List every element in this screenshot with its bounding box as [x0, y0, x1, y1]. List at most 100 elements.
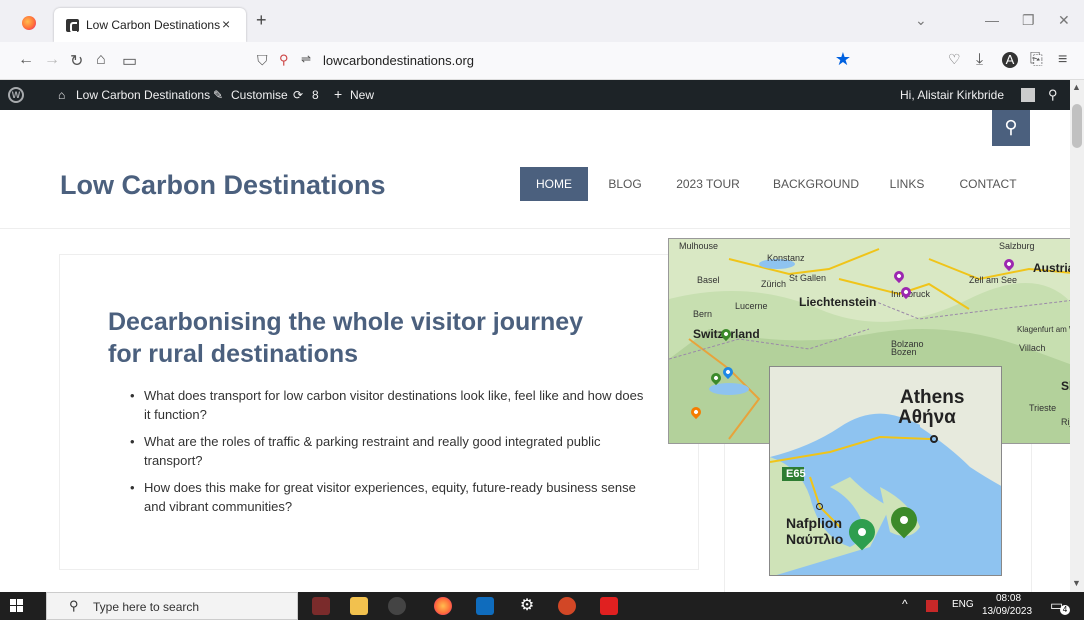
tray-app-icon[interactable]	[926, 600, 938, 612]
browser-tab-strip: Low Carbon Destinations × + ⌄ — ❐ ✕	[0, 0, 1084, 42]
powerpoint-icon[interactable]	[558, 597, 576, 615]
map-label: Basel	[697, 275, 720, 285]
map-label: Bozen	[891, 347, 917, 357]
permissions-icon[interactable]: ⚲	[279, 52, 289, 68]
browser-navbar: ← → ↻ ⌂ ▭ ⛉ ⚲ ⇌ lowcarbondestinations.or…	[0, 42, 1084, 80]
site-title[interactable]: Low Carbon Destinations	[60, 170, 386, 201]
minimize-button[interactable]: —	[985, 12, 999, 28]
url-text[interactable]: lowcarbondestinations.org	[323, 53, 474, 68]
settings-gear-icon[interactable]: ⚙	[518, 597, 536, 615]
list-item: How does this make for great visitor exp…	[128, 478, 648, 516]
pocket-icon[interactable]: ▭	[122, 51, 137, 71]
tab-title: Low Carbon Destinations	[86, 18, 221, 32]
new-content-link[interactable]: New	[350, 88, 374, 102]
account-icon[interactable]: A	[1002, 52, 1018, 68]
taskbar-app-icon[interactable]	[312, 597, 330, 615]
admin-site-name[interactable]: Low Carbon Destinations	[76, 88, 210, 102]
restore-button[interactable]: ❐	[1022, 12, 1035, 29]
taskbar-app-icon[interactable]	[388, 597, 406, 615]
question-list: What does transport for low carbon visit…	[128, 386, 648, 524]
map-label: Mulhouse	[679, 241, 719, 251]
back-arrow-icon[interactable]: ←	[18, 51, 34, 69]
outlook-icon[interactable]	[476, 597, 494, 615]
map-label: Nafplion	[786, 515, 842, 531]
file-explorer-icon[interactable]	[350, 597, 368, 615]
screen: Low Carbon Destinations × + ⌄ — ❐ ✕ ← → …	[0, 0, 1084, 620]
site-info-icon[interactable]: ⇌	[301, 52, 311, 66]
taskbar-search-placeholder: Type here to search	[93, 600, 200, 614]
nav-links[interactable]: LINKS	[882, 167, 932, 201]
scrollbar-thumb[interactable]	[1072, 104, 1082, 148]
map-label: Konstanz	[767, 253, 805, 263]
acrobat-icon[interactable]	[600, 597, 618, 615]
map-label: St Gallen	[789, 273, 827, 283]
extensions-icon[interactable]: ⎘	[1030, 51, 1043, 69]
pocket-save-icon[interactable]: ♡	[948, 51, 961, 68]
url-bar[interactable]: ⛉ ⚲ ⇌ lowcarbondestinations.org ★	[245, 48, 865, 74]
site-favicon-icon	[66, 19, 79, 33]
dashboard-icon[interactable]: ⌂	[58, 88, 65, 102]
tab-close-button[interactable]: ×	[222, 16, 230, 32]
firefox-taskbar-icon[interactable]	[434, 597, 452, 615]
firefox-logo-icon[interactable]	[22, 16, 36, 30]
web-page: ⚲ Low Carbon Destinations HOME BLOG 2023…	[0, 110, 1070, 592]
map-label: Villach	[1019, 343, 1046, 353]
nav-blog[interactable]: BLOG	[600, 167, 650, 201]
map-label: Ναύπλιο	[786, 531, 844, 547]
app-menu-icon[interactable]: ≡	[1058, 51, 1067, 69]
user-avatar[interactable]	[1021, 88, 1035, 102]
scroll-down-arrow-icon[interactable]: ▼	[1072, 578, 1081, 588]
nav-background[interactable]: BACKGROUND	[766, 167, 866, 201]
notification-count: 4	[1060, 605, 1070, 615]
map-label: Zürich	[761, 279, 787, 289]
hero-heading: Decarbonising the whole visitor journey …	[108, 308, 584, 368]
tab-list-chevron-icon[interactable]: ⌄	[915, 12, 927, 29]
clock-time[interactable]: 08:08	[996, 593, 1021, 604]
wordpress-logo-icon[interactable]: W	[8, 87, 24, 103]
reload-icon[interactable]: ↻	[70, 51, 83, 71]
map-label: Bern	[693, 309, 713, 319]
forward-arrow-icon[interactable]: →	[44, 51, 60, 69]
map-label: Rijeka	[1061, 417, 1070, 427]
road-label: E65	[786, 468, 806, 480]
page-scrollbar[interactable]: ▲ ▼	[1070, 80, 1084, 592]
map-label: Austria	[1033, 261, 1070, 275]
clock-date[interactable]: 13/09/2023	[982, 606, 1032, 617]
map-label: Slov	[1061, 379, 1070, 393]
windows-taskbar: ⚲ Type here to search ⚙ ^ ENG 08:08 13/0…	[0, 592, 1084, 620]
nav-2023-tour[interactable]: 2023 TOUR	[668, 167, 748, 201]
map-label: Αθήνα	[898, 407, 956, 428]
list-item: What are the roles of traffic & parking …	[128, 432, 648, 470]
scroll-up-arrow-icon[interactable]: ▲	[1072, 82, 1081, 92]
map-label: Salzburg	[999, 241, 1035, 251]
new-tab-button[interactable]: +	[256, 10, 267, 31]
brush-icon: ✎	[213, 88, 224, 102]
tracking-shield-icon[interactable]: ⛉	[257, 52, 268, 69]
map-label: Klagenfurt am Wörthersee	[1017, 325, 1070, 334]
nafplion-marker	[816, 503, 823, 510]
tray-chevron-icon[interactable]: ^	[902, 597, 908, 611]
bookmark-star-icon[interactable]: ★	[835, 49, 851, 70]
wp-admin-bar: W ⌂ Low Carbon Destinations ✎ Customise …	[0, 80, 1070, 110]
windows-start-icon[interactable]	[10, 599, 24, 613]
close-window-button[interactable]: ✕	[1058, 12, 1070, 29]
header-divider	[0, 228, 1070, 229]
nav-home[interactable]: HOME	[520, 167, 588, 201]
language-indicator[interactable]: ENG	[952, 599, 974, 610]
updates-count[interactable]: 8	[312, 88, 319, 102]
updates-icon: ⟳	[293, 88, 304, 102]
nav-contact[interactable]: CONTACT	[950, 167, 1026, 201]
map-label: Liechtenstein	[799, 295, 877, 309]
home-icon[interactable]: ⌂	[96, 51, 106, 69]
taskbar-search[interactable]: ⚲ Type here to search	[46, 592, 298, 620]
list-item: What does transport for low carbon visit…	[128, 386, 648, 424]
user-greeting[interactable]: Hi, Alistair Kirkbride	[900, 88, 1004, 102]
site-search-button[interactable]: ⚲	[992, 110, 1030, 146]
customise-link[interactable]: Customise	[231, 88, 288, 102]
search-icon: ⚲	[69, 598, 79, 613]
map-label: Zell am See	[969, 275, 1018, 285]
browser-tab[interactable]: Low Carbon Destinations ×	[54, 8, 246, 42]
admin-search-icon[interactable]: ⚲	[1048, 87, 1058, 103]
downloads-icon[interactable]: ⤓	[976, 51, 983, 69]
greece-map[interactable]: Athens Αθήνα E65 Nafplion Ναύπλιο	[769, 366, 1002, 576]
